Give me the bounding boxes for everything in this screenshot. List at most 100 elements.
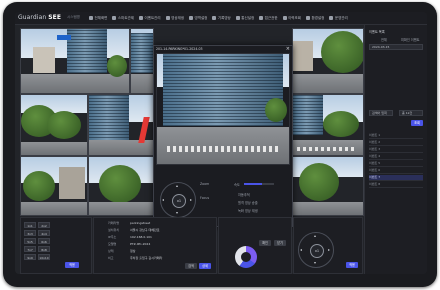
arrow-down-icon[interactable]: ▾	[314, 261, 316, 265]
cam-tree	[107, 55, 127, 77]
filter-all[interactable]: 전체	[381, 37, 387, 42]
menu-item-6[interactable]: 통신설정	[235, 14, 254, 22]
detail-button[interactable]: 상세	[199, 263, 211, 269]
arrow-up-icon[interactable]: ▴	[176, 184, 178, 188]
layout-button[interactable]: 5x5	[24, 238, 36, 244]
search-input[interactable]: 검색어 입력	[369, 110, 393, 116]
list-item[interactable]: 이벤트 3	[369, 147, 423, 153]
option-1[interactable]: 원격 영상 송출	[238, 200, 258, 205]
logo-suffix: SEE	[48, 14, 62, 21]
cam-building	[293, 95, 323, 135]
cam-road	[293, 73, 363, 93]
menu-item-10[interactable]: 운영관리	[329, 14, 348, 22]
app-logo: Guardian SEE	[18, 14, 61, 21]
layout-button[interactable]: 4x4	[38, 230, 50, 236]
confirm-button[interactable]: 확인	[259, 240, 271, 246]
layout-button[interactable]: 7x7	[24, 246, 36, 252]
layout-button[interactable]: 9x9	[24, 254, 36, 260]
cam-tree	[321, 31, 363, 73]
menu-item-5[interactable]: 기록영상	[212, 14, 231, 22]
camera-tile-4[interactable]	[20, 94, 88, 156]
camera-tile-3[interactable]	[292, 28, 364, 94]
close-icon[interactable]: ×	[286, 46, 290, 52]
layout-button[interactable]: 3x3	[24, 230, 36, 236]
ptz-control[interactable]: ▴ ▾ ◂ ▸ x1	[160, 182, 196, 218]
ptz-control-secondary[interactable]: ▴ ▾ ◂ ▸ x1	[298, 232, 334, 268]
grid-icon	[89, 16, 93, 20]
list-item[interactable]: 이벤트 2	[369, 140, 423, 146]
menu-item-0[interactable]: 전체화면	[89, 14, 107, 22]
search-button[interactable]: 검색	[185, 263, 197, 269]
layout-button[interactable]: 10x10	[38, 254, 50, 260]
camera-tile-1[interactable]	[20, 28, 130, 94]
pin-icon	[112, 16, 117, 20]
info-value: 주차장 출입구 감시카메라	[130, 256, 163, 260]
camera-tile-5[interactable]	[88, 94, 154, 156]
menu-item-7[interactable]: 접근권한	[259, 14, 278, 22]
list-item-selected[interactable]: 이벤트 7	[369, 175, 423, 181]
arrow-up-icon[interactable]: ▴	[314, 234, 316, 238]
ptz-center[interactable]: x1	[310, 244, 324, 258]
menu-label: 운영관리	[334, 15, 348, 20]
list-item[interactable]: 이벤트 8	[369, 182, 423, 188]
list-item[interactable]: 이벤트 5	[369, 161, 423, 167]
camera-popup: 201-14-PARKING*01-2024-03 × ▴ ▾ ◂ ▸ x1 Z…	[153, 45, 293, 227]
arrow-down-icon[interactable]: ▾	[176, 211, 178, 215]
event-panel-title: 이벤트 목록	[369, 30, 385, 34]
menu-item-3[interactable]: 영상재생	[165, 14, 184, 22]
count-field: 총 12건	[399, 110, 423, 116]
arrow-left-icon[interactable]: ◂	[162, 198, 164, 202]
layout-button[interactable]: 2x2	[38, 222, 50, 228]
menu-item-4[interactable]: 영역설정	[189, 14, 207, 22]
menu-label: 환경설정	[311, 15, 325, 20]
filter-recent[interactable]: 미확인 이벤트	[401, 37, 420, 42]
apply-button[interactable]: 적용	[65, 262, 79, 268]
ptz-panel: ▴ ▾ ◂ ▸ x1 적용	[293, 217, 363, 274]
menu-label: 전체화면	[94, 15, 108, 20]
menu-item-8[interactable]: 이력조회	[282, 14, 301, 22]
cam-road	[21, 73, 129, 93]
user-icon	[329, 16, 334, 20]
speed-slider[interactable]	[244, 183, 274, 185]
camera-tile-2[interactable]	[130, 28, 154, 94]
cam-road	[89, 202, 153, 215]
info-label: 카메라명	[108, 221, 120, 225]
list-item[interactable]: 이벤트 6	[369, 168, 423, 174]
layout-button[interactable]: 6x6	[38, 238, 50, 244]
film-icon	[165, 16, 170, 20]
menu-label: 기록영상	[217, 15, 231, 20]
date-field[interactable]: 2024-03-15	[369, 44, 423, 50]
query-button[interactable]: 조회	[411, 120, 423, 126]
cam-road	[293, 202, 363, 215]
bell-icon	[139, 16, 143, 20]
menu-item-1[interactable]: 스마트관제	[112, 14, 134, 22]
doc-icon	[282, 16, 287, 20]
menu-label: 영상재생	[171, 15, 184, 20]
stats-panel: 확인 닫기	[218, 217, 292, 274]
list-item[interactable]: 이벤트 4	[369, 154, 423, 160]
menu-item-2[interactable]: 이벤트관리	[139, 14, 161, 22]
popup-camera-view[interactable]	[156, 53, 290, 165]
menu-label: 영역설정	[194, 15, 208, 20]
cancel-button[interactable]: 닫기	[274, 240, 286, 246]
camera-tile-7[interactable]	[20, 156, 88, 216]
app-screen: Guardian SEE 시스템명 전체화면 스마트관제 이벤트관리 영상재생 …	[15, 12, 427, 274]
list-item[interactable]: 이벤트 1	[369, 133, 423, 139]
layout-button[interactable]: 8x8	[38, 246, 50, 252]
gear-icon	[305, 16, 310, 20]
menu-item-9[interactable]: 환경설정	[305, 14, 325, 22]
option-0[interactable]: 자동추적	[238, 192, 250, 197]
camera-tile-9[interactable]	[292, 156, 364, 216]
ptz-center[interactable]: x1	[172, 194, 186, 208]
crosswalk	[297, 147, 357, 151]
arrow-left-icon[interactable]: ◂	[300, 248, 302, 252]
camera-tile-8[interactable]	[88, 156, 154, 216]
arrow-right-icon[interactable]: ▸	[328, 248, 330, 252]
cam-building	[33, 47, 55, 73]
option-2[interactable]: 녹화 영상 재생	[238, 208, 258, 213]
layout-button[interactable]: 1x1	[24, 222, 36, 228]
arrow-right-icon[interactable]: ▸	[190, 198, 192, 202]
ptz-apply-button[interactable]: 적용	[346, 262, 358, 268]
menu-label: 이력조회	[288, 15, 301, 20]
camera-tile-6[interactable]	[292, 94, 364, 156]
